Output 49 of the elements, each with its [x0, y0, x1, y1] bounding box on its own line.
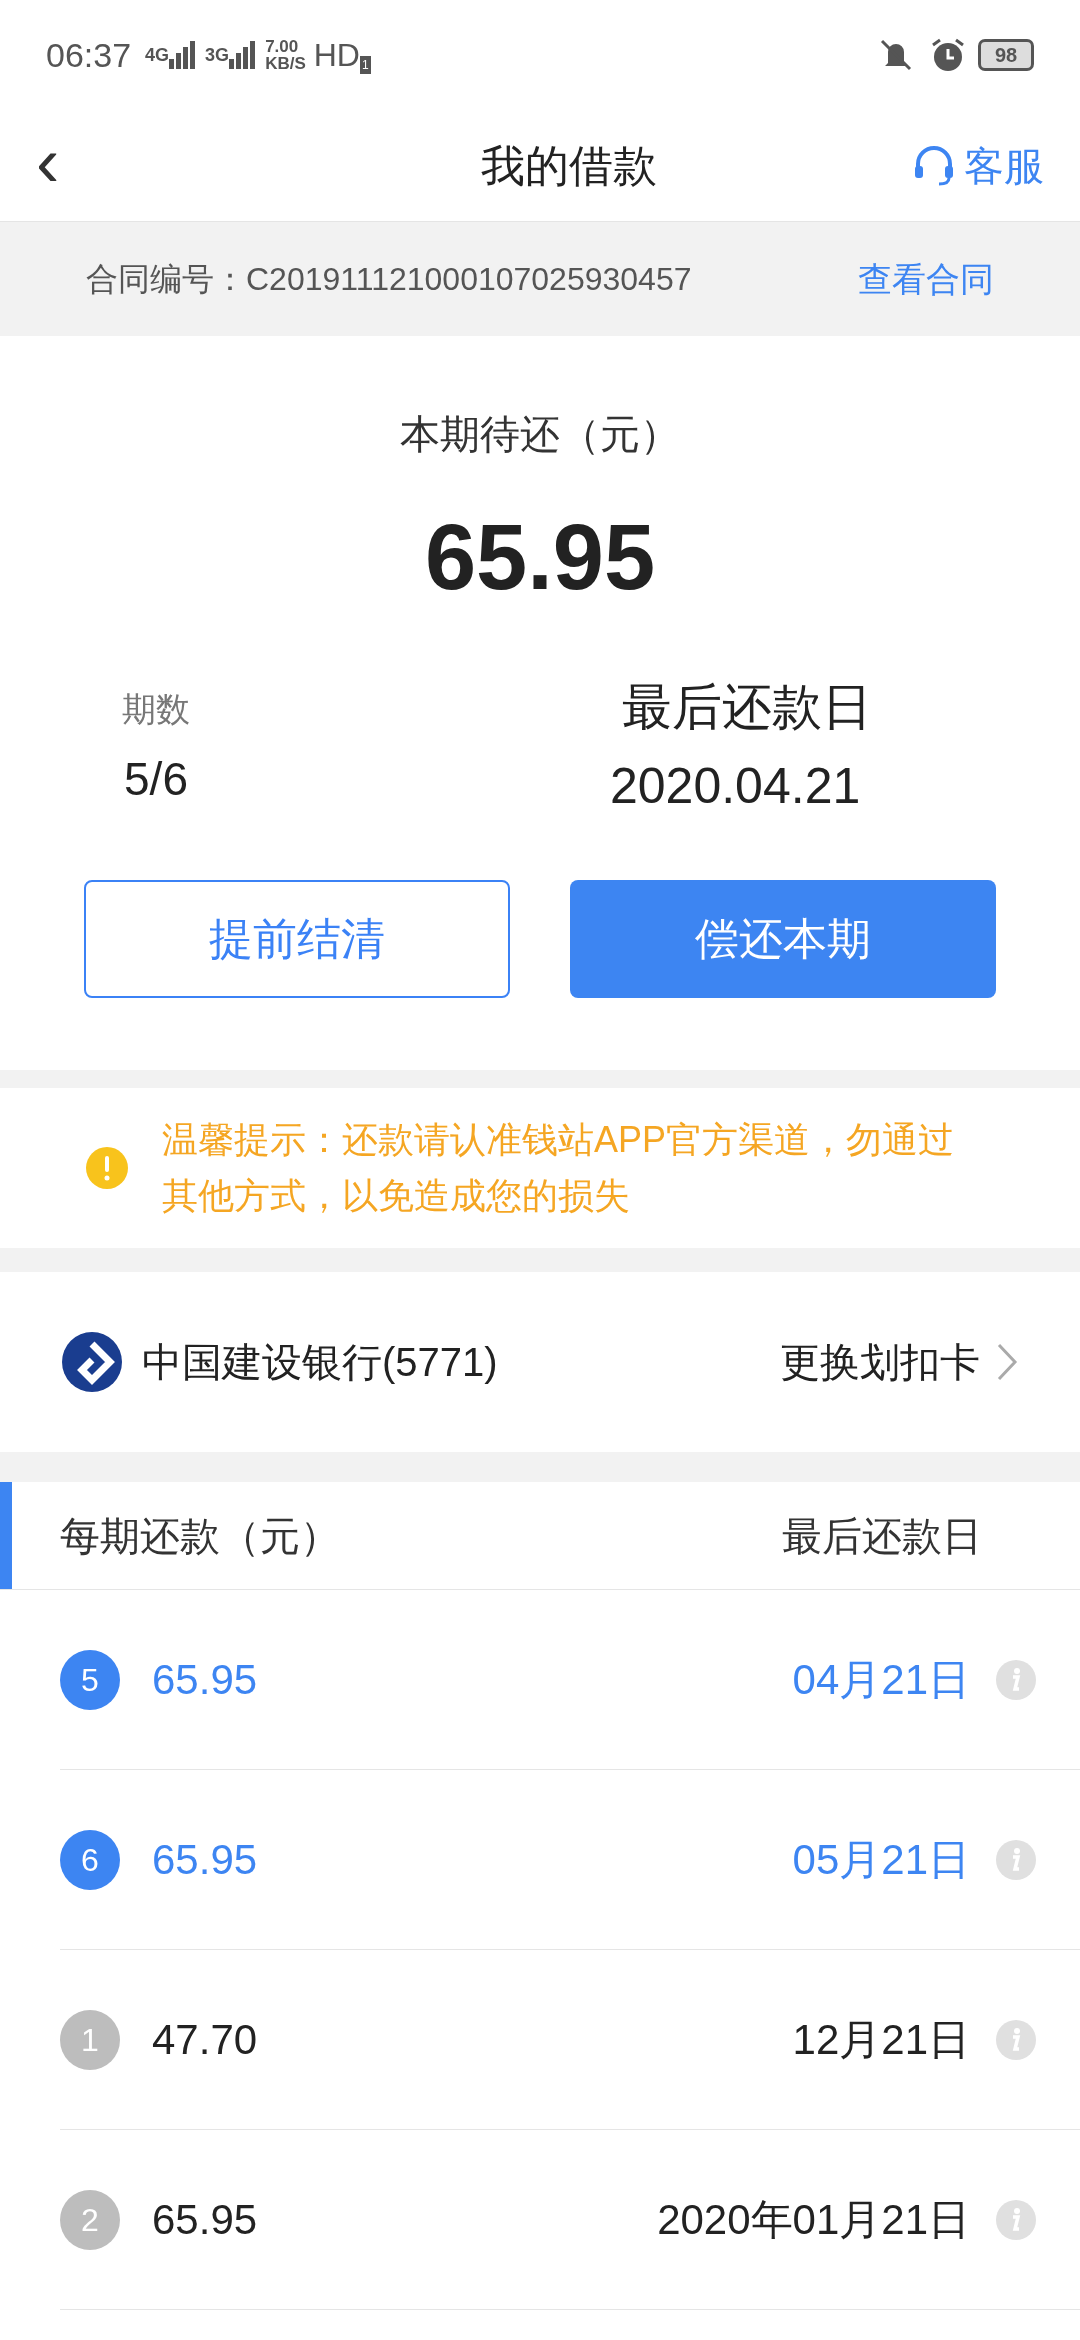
- page-title: 我的借款: [480, 139, 658, 192]
- due-date: 05月21日: [792, 1835, 970, 1885]
- installment-amount: 65.95: [152, 1835, 259, 1885]
- deadline-value: 2020.04.21: [610, 757, 861, 816]
- period-number-badge: 2: [60, 2189, 120, 2250]
- speed-unit: KB/S: [265, 55, 306, 72]
- due-label: 本期待还（元）: [400, 411, 680, 458]
- period-number-badge: 6: [60, 1829, 120, 1890]
- back-button[interactable]: ‹: [36, 126, 106, 197]
- bank-logo-icon: [62, 1332, 122, 1392]
- repay-button[interactable]: 偿还本期: [570, 880, 996, 998]
- battery-indicator: 98: [978, 39, 1034, 71]
- installment-amount: 47.70: [152, 2015, 259, 2065]
- due-date: 12月21日: [792, 2015, 970, 2065]
- notice-text: 温馨提示：还款请认准钱站APP官方渠道，勿通过其他方式，以免造成您的损失: [162, 1118, 956, 1218]
- hd-label: HD: [313, 36, 360, 75]
- due-date: 2020年01月21日: [657, 2195, 970, 2245]
- info-icon[interactable]: [996, 1839, 1036, 1880]
- info-icon[interactable]: [996, 2019, 1036, 2060]
- column-header: 最后还款日: [782, 1512, 982, 1560]
- view-contract-link[interactable]: 查看合同: [858, 253, 994, 305]
- sim-number: 1: [359, 56, 371, 74]
- network-type: 3G: [205, 43, 230, 67]
- period-number-badge: 5: [60, 1649, 120, 1710]
- customer-service-button[interactable]: 客服: [912, 135, 1044, 196]
- chevron-right-icon: [996, 1342, 1018, 1382]
- contract-number: 合同编号：C201911121000107025930457: [86, 260, 692, 299]
- headset-icon: [912, 143, 956, 188]
- installment-amount: 65.95: [152, 1655, 259, 1705]
- speed-value: 7.00: [265, 38, 300, 55]
- period-value: 5/6: [124, 752, 189, 807]
- info-icon[interactable]: [996, 1659, 1036, 1700]
- period-label: 期数: [122, 689, 191, 730]
- signal-icon: [169, 41, 196, 69]
- alarm-clock-icon: [930, 37, 966, 73]
- bank-card-name: 中国建设银行(5771): [142, 1339, 499, 1386]
- clock-time: 06:37: [46, 34, 132, 76]
- installment-amount: 65.95: [152, 2195, 259, 2245]
- column-header: 每期还款（元）: [60, 1512, 341, 1560]
- due-amount: 65.95: [424, 505, 656, 610]
- signal-icon: [229, 41, 256, 69]
- change-card-button[interactable]: 更换划扣卡: [780, 1332, 1018, 1392]
- due-date: 04月21日: [792, 1655, 970, 1705]
- network-type: 4G: [145, 43, 170, 67]
- info-icon[interactable]: [996, 2199, 1036, 2240]
- deadline-label: 最后还款日: [621, 678, 872, 737]
- period-number-badge: 1: [60, 2009, 120, 2070]
- settle-button[interactable]: 提前结清: [84, 880, 510, 998]
- warning-icon: [86, 1147, 128, 1189]
